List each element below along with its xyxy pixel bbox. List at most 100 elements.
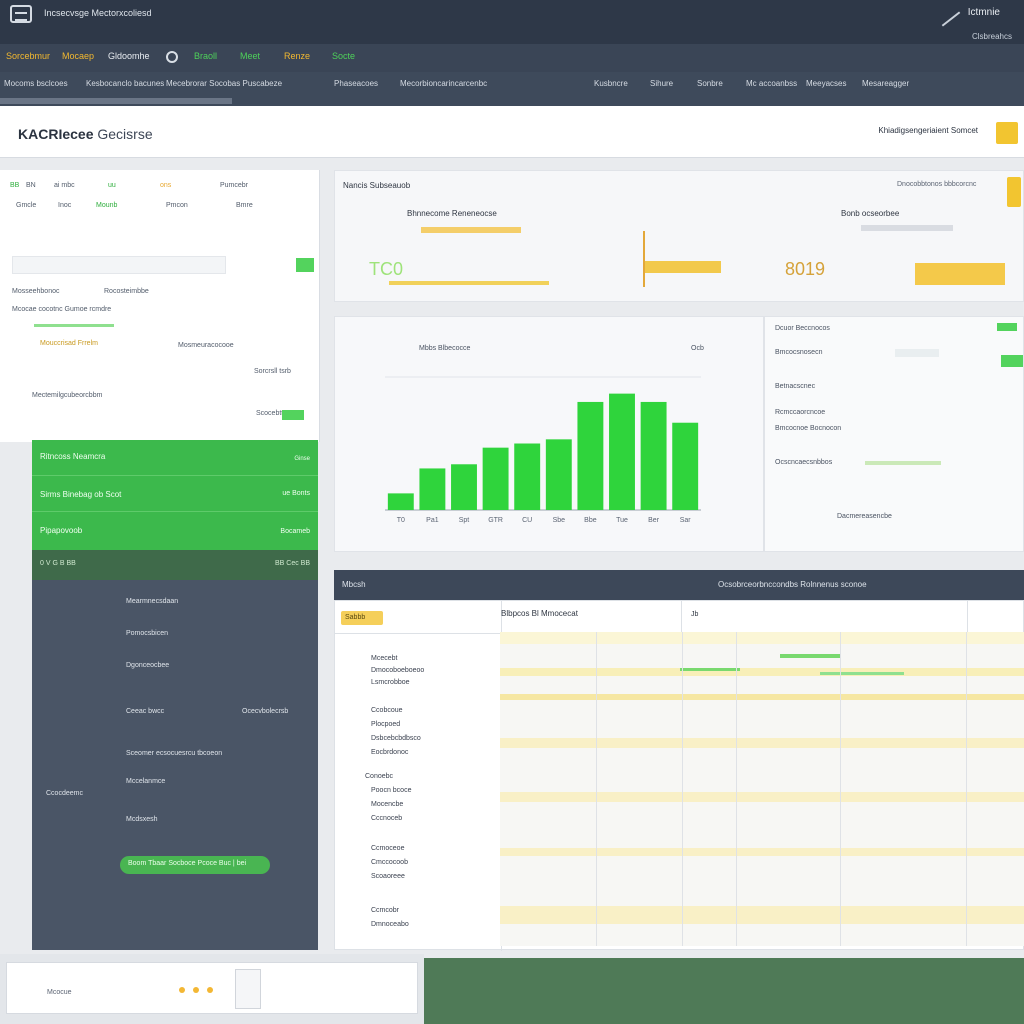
left-panel: BB BN ai mbc uu ons Pumcebr Gmcle Inoc M…: [0, 170, 320, 442]
kpi-card2-title: Bonb ocseorbee: [841, 209, 900, 218]
table-row[interactable]: Dmocoboeboeoo: [371, 667, 424, 674]
menu-item[interactable]: Meet: [240, 51, 260, 61]
user-name[interactable]: Ictmnie: [968, 7, 1000, 18]
nav-item[interactable]: Mesareagger: [862, 79, 909, 88]
table-row[interactable]: Cccnoceb: [371, 815, 402, 822]
x-tick-label: Tue: [616, 517, 628, 524]
list-item[interactable]: Dgonceocbee: [126, 662, 169, 669]
x-tick-label: T0: [397, 517, 405, 524]
pen-icon[interactable]: [941, 11, 961, 27]
list-item[interactable]: Sirms Binebag ob Scot ue Bonts: [32, 476, 318, 512]
nav-item[interactable]: Mocoms bsclcoes: [4, 79, 68, 88]
bottom-green-area: [424, 958, 1024, 1024]
page-title: KACRIecee Gecisrse: [18, 126, 153, 142]
table-row[interactable]: Cmccocoob: [371, 859, 408, 866]
table-row[interactable]: Lsmcrobboe: [371, 679, 410, 686]
nav-item[interactable]: Kusbncre: [594, 79, 628, 88]
nav-bar: Mocoms bsclcoes Kesbocanclo bacunes Mece…: [0, 72, 1024, 106]
side-row: Betnacscnec: [775, 383, 816, 390]
left-label: Inoc: [58, 202, 72, 209]
table-row[interactable]: Dmnoceabo: [371, 921, 409, 928]
chart-bar[interactable]: [640, 401, 667, 510]
nav-item[interactable]: Sihure: [650, 79, 673, 88]
list-item[interactable]: Mccelanmce: [126, 778, 165, 785]
timeline-bar[interactable]: [820, 672, 904, 675]
timeline-stripe: [500, 668, 1024, 676]
table-row[interactable]: Dsbcebcbdbsco: [371, 735, 421, 742]
filter-row-label[interactable]: 0 V G B BB: [40, 560, 76, 567]
table-filter-button[interactable]: Sabbb: [341, 611, 383, 625]
list-item[interactable]: Mcdsxesh: [126, 816, 158, 823]
nav-item[interactable]: Sonbre: [697, 79, 723, 88]
table-row[interactable]: Plocpoed: [371, 721, 400, 728]
list-item[interactable]: Sceomer ecsocuesrcu tbcoeon: [126, 750, 222, 757]
table-row[interactable]: Poocn bcoce: [371, 787, 411, 794]
kpi-card1-bar: [421, 227, 521, 233]
chart-bar[interactable]: [609, 393, 635, 510]
filter-row-right[interactable]: BB Cec BB: [275, 560, 310, 567]
nav-item[interactable]: Kesbocanclo bacunes: [86, 79, 164, 88]
dot-icon[interactable]: [207, 987, 213, 993]
list-item[interactable]: Ritncoss Neamcra Ginse: [32, 440, 318, 476]
left-label: BN: [26, 182, 36, 189]
menu-item[interactable]: Mocaep: [62, 51, 94, 61]
kpi-side-tab[interactable]: [1007, 177, 1021, 207]
kpi-mid-bar: [645, 261, 721, 273]
page-header: KACRIecee Gecisrse Khiadigsengeriaient S…: [0, 106, 1024, 158]
column-header[interactable]: Jb: [691, 611, 698, 618]
dot-icon[interactable]: [179, 987, 185, 993]
table-row[interactable]: Eocbrdonoc: [371, 749, 408, 756]
table-row[interactable]: Conoebc: [365, 773, 393, 780]
menu-item[interactable]: Braoll: [194, 51, 217, 61]
table-row[interactable]: Mocencbe: [371, 801, 403, 808]
list-item[interactable]: Ccocdeemc: [46, 790, 83, 797]
x-tick-label: Sar: [680, 517, 692, 524]
table-row[interactable]: Scoaoreee: [371, 873, 405, 880]
green-toggle[interactable]: [296, 258, 314, 272]
col-divider: [681, 601, 682, 633]
list-item[interactable]: Pomocsbicen: [126, 630, 168, 637]
thumbnail[interactable]: [235, 969, 261, 1009]
chart-bar[interactable]: [545, 439, 572, 510]
nav-item[interactable]: Mc accoanbss: [746, 79, 797, 88]
dot-icon[interactable]: [193, 987, 199, 993]
list-item[interactable]: Mearmnecsdaan: [126, 598, 178, 605]
nav-item[interactable]: Meeyacses: [806, 79, 846, 88]
table-row[interactable]: Ccobcoue: [371, 707, 403, 714]
grid-col: [596, 632, 597, 946]
chart-bar[interactable]: [577, 401, 604, 510]
menu-item[interactable]: Gldoomhe: [108, 51, 150, 61]
list-item[interactable]: Pipapovoob Bocameb: [32, 512, 318, 548]
timeline-bar[interactable]: [780, 654, 840, 658]
timeline-bar[interactable]: [680, 668, 740, 671]
chart-bar[interactable]: [514, 443, 541, 511]
action-chip[interactable]: Boom Tbaar Socboce Pcoce Buc | bei: [120, 856, 270, 874]
notification-button[interactable]: [996, 122, 1018, 144]
kpi-card1-underline: [389, 281, 549, 285]
circle-icon[interactable]: [166, 51, 178, 63]
list-item[interactable]: Ocecvbolecrsb: [242, 708, 288, 715]
menu-item[interactable]: Renze: [284, 51, 310, 61]
left-text: Scocebtt: [256, 410, 284, 417]
list-item[interactable]: Ceeac bwcc: [126, 708, 164, 715]
chart-bar[interactable]: [672, 422, 699, 510]
table-row[interactable]: Ccmoceoe: [371, 845, 404, 852]
chart-bar[interactable]: [387, 493, 414, 510]
chart-bar[interactable]: [451, 464, 477, 510]
nav-item[interactable]: Phaseacoes: [334, 79, 378, 88]
chart-bar[interactable]: [482, 447, 509, 510]
nav-item[interactable]: Mecorbioncarincarcenbc: [400, 79, 487, 88]
menu-bar: Sorcebmur Mocaep Gldoomhe Braoll Meet Re…: [0, 44, 1024, 72]
timeline-grid: [500, 632, 1024, 946]
grid-col: [736, 632, 737, 946]
menu-item[interactable]: Sorcebmur: [6, 51, 50, 61]
chart-bar[interactable]: [419, 468, 446, 510]
column-header[interactable]: Blbpcos Bl Mmocecat: [501, 609, 578, 618]
chart-card: Mbbs Blbecocce Ocb T0 Pa1 Spt GTR CU Sbe Bbe Tu…: [334, 316, 764, 552]
menu-item[interactable]: Socte: [332, 51, 355, 61]
nav-item[interactable]: Mecebrorar Socobas Puscabeze: [166, 79, 282, 88]
brand-name: KACRIecee: [18, 126, 94, 142]
table-row[interactable]: Mcecebt: [371, 655, 397, 662]
filter-input[interactable]: [12, 256, 226, 274]
table-row[interactable]: Ccmcobr: [371, 907, 399, 914]
